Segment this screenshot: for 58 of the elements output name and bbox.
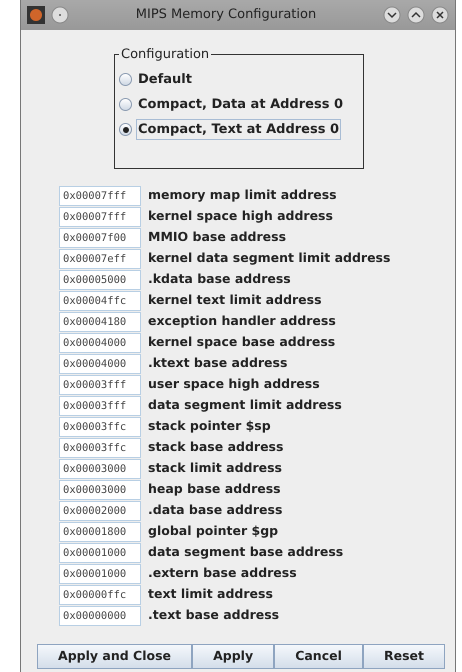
radio-button[interactable] xyxy=(119,73,132,86)
address-label: kernel space high address xyxy=(148,207,333,226)
address-field[interactable]: 0x00002000 xyxy=(59,500,141,520)
address-field[interactable]: 0x00004000 xyxy=(59,332,141,352)
address-field[interactable]: 0x00000000 xyxy=(59,606,141,626)
address-label: data segment base address xyxy=(148,543,344,562)
address-field[interactable]: 0x00003000 xyxy=(59,458,141,478)
close-icon[interactable] xyxy=(431,5,449,25)
address-field[interactable]: 0x00007f00 xyxy=(59,228,141,248)
address-label: kernel data segment limit address xyxy=(148,249,390,268)
address-label: .data base address xyxy=(148,501,282,520)
address-label: .kdata base address xyxy=(148,270,291,288)
address-field[interactable]: 0x00001000 xyxy=(59,542,141,562)
address-label: stack pointer $sp xyxy=(148,417,271,436)
dialog-button[interactable]: Reset xyxy=(362,644,446,669)
address-label: stack limit address xyxy=(148,459,282,478)
address-label: text limit address xyxy=(148,585,273,604)
address-label: heap base address xyxy=(148,480,281,498)
address-label: .text base address xyxy=(148,606,280,624)
address-label: .ktext base address xyxy=(148,354,288,372)
address-label: global pointer $gp xyxy=(148,522,278,540)
address-field[interactable]: 0x00004ffc xyxy=(59,290,141,310)
address-label: MMIO base address xyxy=(148,228,286,246)
address-field[interactable]: 0x00003fff xyxy=(59,396,141,416)
address-field[interactable]: 0x00003ffc xyxy=(59,416,141,436)
pin-icon[interactable] xyxy=(51,5,69,25)
address-label: user space high address xyxy=(148,375,320,394)
address-field[interactable]: 0x00007eff xyxy=(59,248,141,268)
address-field[interactable]: 0x00003000 xyxy=(59,480,141,500)
address-label: data segment limit address xyxy=(148,396,342,414)
maximize-icon[interactable] xyxy=(407,5,425,25)
address-label: kernel text limit address xyxy=(148,291,322,310)
minimize-icon[interactable] xyxy=(383,5,401,25)
address-field[interactable]: 0x00007fff xyxy=(59,206,141,226)
radio-label[interactable]: Compact, Data at Address 0 xyxy=(136,94,346,116)
radio-label[interactable]: Default xyxy=(136,68,194,90)
window-title: MIPS Memory Configuration xyxy=(134,6,318,24)
radio-label[interactable]: Compact, Text at Address 0 xyxy=(136,118,342,140)
address-field[interactable]: 0x00000ffc xyxy=(59,584,141,604)
dialog-button[interactable]: Apply and Close xyxy=(37,644,192,669)
address-field[interactable]: 0x00007fff xyxy=(59,186,141,206)
address-label: memory map limit address xyxy=(148,186,337,204)
address-field[interactable]: 0x00004000 xyxy=(59,354,141,374)
app-icon xyxy=(27,5,45,25)
address-label: exception handler address xyxy=(148,312,336,330)
address-field[interactable]: 0x00003fff xyxy=(59,374,141,394)
address-field[interactable]: 0x00001800 xyxy=(59,522,141,542)
address-field[interactable]: 0x00001000 xyxy=(59,564,141,584)
dialog-button[interactable]: Cancel xyxy=(274,644,363,669)
address-label: .extern base address xyxy=(148,564,297,582)
address-field[interactable]: 0x00005000 xyxy=(59,270,141,290)
dialog-button[interactable]: Apply xyxy=(192,644,274,669)
address-field[interactable]: 0x00003ffc xyxy=(59,438,141,458)
radio-button[interactable] xyxy=(119,123,132,136)
radio-button[interactable] xyxy=(119,98,132,111)
address-label: stack base address xyxy=(148,438,284,456)
address-label: kernel space base address xyxy=(148,333,336,352)
address-field[interactable]: 0x00004180 xyxy=(59,312,141,332)
